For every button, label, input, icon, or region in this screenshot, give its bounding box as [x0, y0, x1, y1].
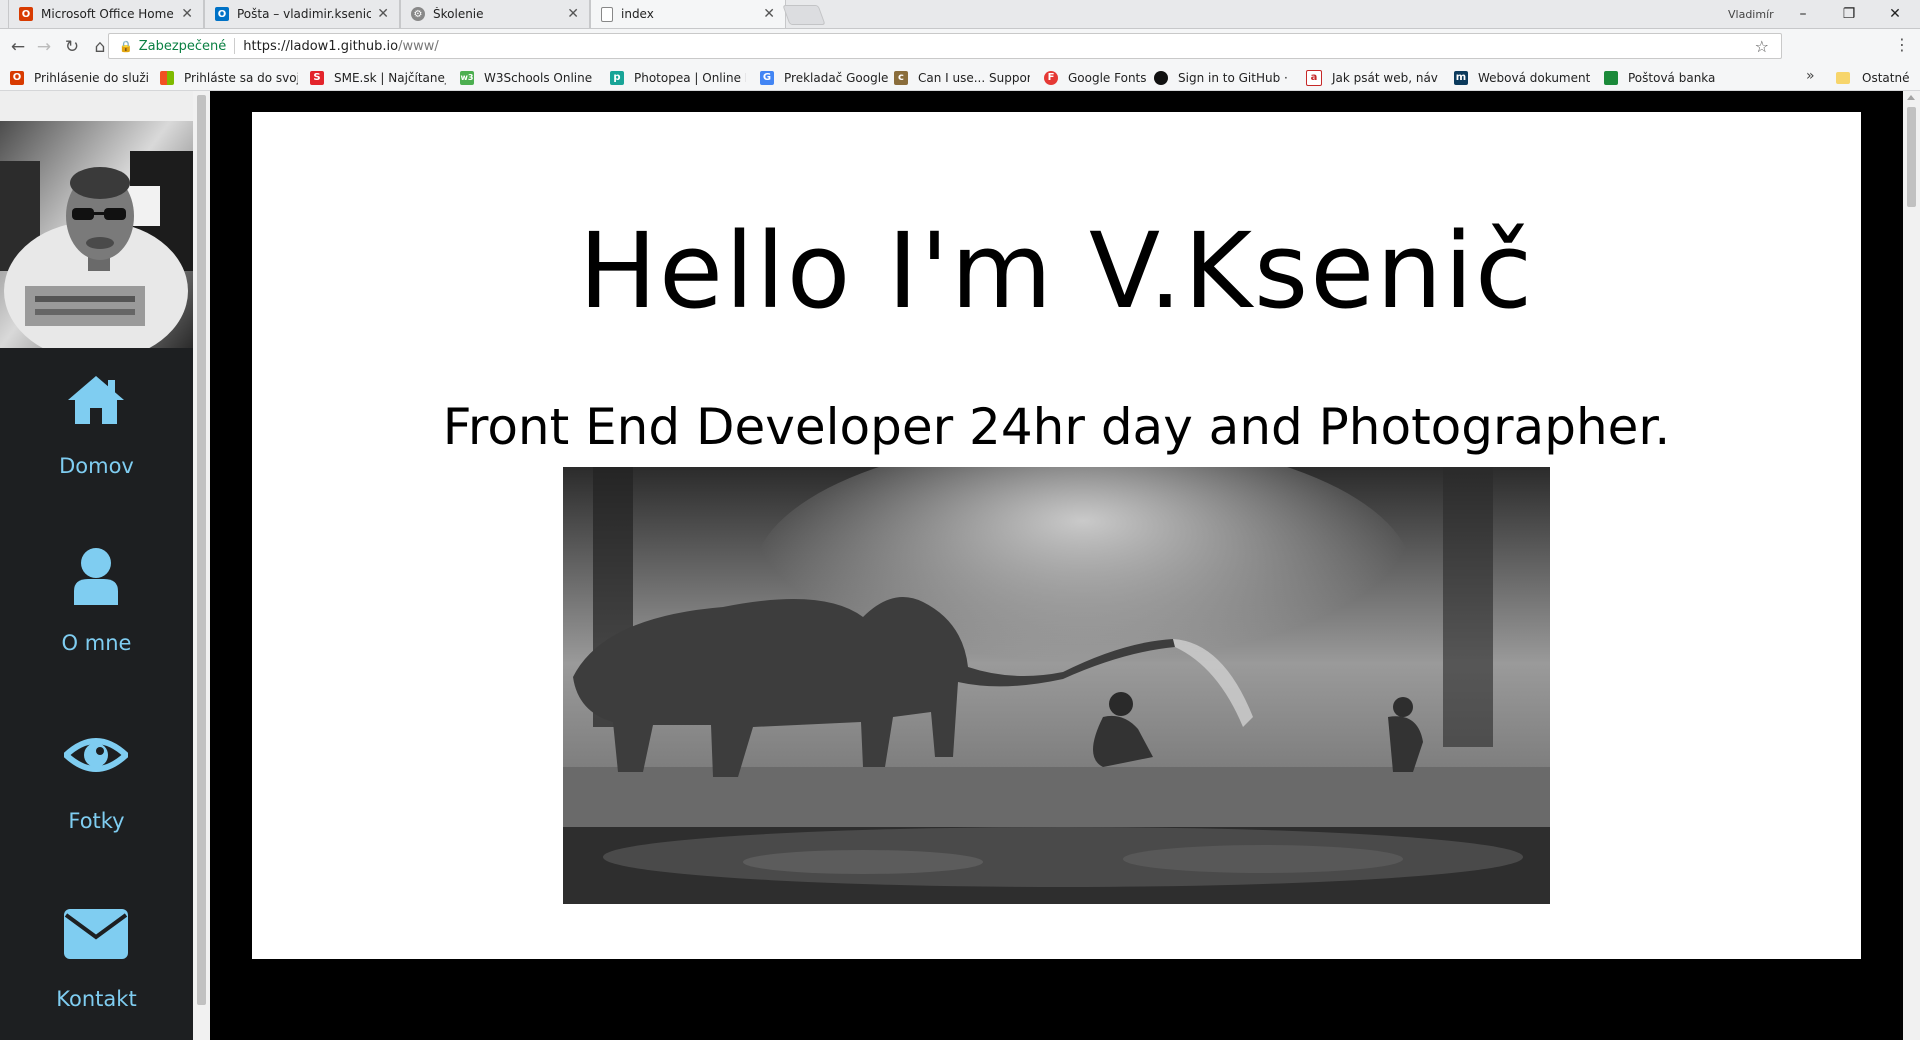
minimize-button[interactable]: – [1780, 0, 1826, 28]
home-icon [68, 376, 124, 424]
folder-label: Ostatné [1862, 70, 1910, 85]
eye-icon [64, 738, 128, 772]
github-icon [1154, 70, 1168, 85]
bookmark-item[interactable]: Poštová banka [1604, 69, 1740, 86]
sidebar-item-o-mne[interactable]: O mne [0, 525, 193, 675]
divider [234, 38, 236, 54]
bookmark-item[interactable]: c Can I use... Support [894, 69, 1030, 86]
user-icon [74, 548, 118, 605]
caniuse-icon: c [894, 70, 908, 85]
other-bookmarks-folder[interactable]: Ostatné [1836, 69, 1909, 86]
back-icon[interactable]: ← [6, 35, 30, 59]
tab-posta[interactable]: O Pošta – vladimir.ksenic@ ✕ [204, 0, 400, 28]
tab-skolenie[interactable]: ⚙ Školenie ✕ [400, 0, 590, 28]
bookmark-item[interactable]: F Google Fonts [1044, 69, 1164, 86]
sidebar-item-domov[interactable]: Domov [0, 348, 193, 498]
star-icon[interactable]: ☆ [1755, 37, 1769, 56]
sidebar-item-label: Fotky [68, 809, 125, 833]
bookmark-label: Sign in to GitHub · G [1178, 70, 1290, 85]
bookmark-item[interactable]: G Prekladač Google [760, 69, 896, 86]
sme-icon: S [310, 70, 324, 85]
google-fonts-icon: F [1044, 70, 1058, 85]
browser-tabstrip: O Microsoft Office Home ✕ O Pošta – vlad… [0, 0, 1920, 29]
scrollbar-thumb[interactable] [1907, 107, 1916, 207]
bookmark-item[interactable]: p Photopea | Online Pl [610, 69, 746, 86]
bookmark-item[interactable]: S SME.sk | Najčítanejš [310, 69, 446, 86]
envelope-icon [64, 909, 128, 959]
hero-image [563, 437, 1550, 904]
page-subtitle: Front End Developer 24hr day and Photogr… [442, 398, 1671, 456]
bookmark-label: SME.sk | Najčítanejš [334, 70, 446, 85]
close-window-button[interactable]: ✕ [1872, 0, 1918, 28]
gear-icon: ⚙ [411, 7, 425, 21]
profile-button[interactable]: Vladimír [1722, 5, 1780, 23]
bookmark-item[interactable]: a Jak psát web, návod [1306, 69, 1438, 86]
bookmark-label: Prihláste sa do svojh [184, 70, 298, 85]
bookmark-item[interactable]: Sign in to GitHub · G [1154, 69, 1290, 86]
tab-title: Pošta – vladimir.ksenic@ [237, 7, 372, 21]
browser-toolbar: ← → ↻ ⌂ 🔒 Zabezpečené https://ladow1.git… [0, 29, 1920, 65]
close-icon[interactable]: ✕ [377, 6, 389, 22]
tab-index[interactable]: index ✕ [590, 0, 786, 28]
bookmarks-overflow-button[interactable]: » [1806, 68, 1815, 84]
close-icon[interactable]: ✕ [181, 6, 193, 22]
w3schools-icon: w3 [460, 70, 474, 85]
translate-icon: G [760, 70, 774, 85]
office-icon: O [10, 70, 24, 85]
bookmark-label: W3Schools Online W [484, 70, 596, 85]
sidebar-item-label: Kontakt [56, 987, 137, 1011]
mdn-icon: m [1454, 70, 1468, 85]
bookmark-label: Webová dokumenta [1478, 70, 1590, 85]
tab-title: Školenie [433, 7, 484, 21]
url-path[interactable]: /www/ [398, 39, 439, 54]
close-icon[interactable]: ✕ [763, 6, 775, 22]
bookmark-label: Prihlásenie do služie [34, 70, 148, 85]
address-bar[interactable]: 🔒 Zabezpečené https://ladow1.github.io/w… [108, 33, 1782, 59]
outlook-icon: O [215, 7, 229, 21]
url-host[interactable]: https://ladow1.github.io [243, 39, 398, 54]
bookmarks-bar: O Prihlásenie do služie Prihláste sa do … [0, 65, 1920, 91]
tab-microsoft-office-home[interactable]: O Microsoft Office Home ✕ [8, 0, 204, 28]
bookmark-label: Poštová banka [1628, 70, 1716, 85]
sidebar-item-fotky[interactable]: Fotky [0, 703, 193, 853]
bookmark-label: Photopea | Online Pl [634, 70, 746, 85]
profile-photo [0, 91, 193, 348]
page-scrollbar[interactable] [1903, 91, 1920, 1040]
scroll-up-icon[interactable] [1907, 95, 1915, 100]
tab-title: Microsoft Office Home [41, 7, 174, 21]
sidebar-item-label: Domov [59, 454, 134, 478]
reload-icon[interactable]: ↻ [60, 35, 84, 59]
scrollbar-thumb[interactable] [197, 95, 206, 1005]
bookmark-item[interactable]: w3 W3Schools Online W [460, 69, 596, 86]
sidebar: Domov O mne Fotky Kontakt [0, 91, 193, 1040]
menu-icon[interactable]: ⋮ [1894, 35, 1910, 54]
bookmark-label: Jak psát web, návod [1332, 70, 1438, 85]
jakpsatweb-icon: a [1306, 69, 1322, 86]
windows-icon [160, 70, 174, 85]
office-icon: O [19, 7, 33, 21]
forward-icon[interactable]: → [32, 35, 56, 59]
restore-button[interactable]: ❐ [1826, 0, 1872, 28]
photopea-icon: p [610, 70, 624, 85]
main-content: Hello I'm V.Ksenič Front End Developer 2… [252, 112, 1861, 959]
bookmark-label: Prekladač Google [784, 70, 889, 85]
bookmark-item[interactable]: Prihláste sa do svojh [160, 69, 298, 86]
bookmark-item[interactable]: O Prihlásenie do služie [10, 69, 148, 86]
page-viewport: Domov O mne Fotky Kontakt Hello I'm V.Ks… [0, 91, 1920, 1040]
sidebar-item-label: O mne [61, 631, 132, 655]
bookmark-item[interactable]: m Webová dokumenta [1454, 69, 1590, 86]
sidebar-item-kontakt[interactable]: Kontakt [0, 881, 193, 1031]
page-icon [601, 6, 613, 22]
folder-icon [1836, 71, 1850, 84]
tab-title: index [621, 7, 654, 21]
new-tab-button[interactable] [782, 5, 826, 25]
close-icon[interactable]: ✕ [567, 6, 579, 22]
bookmark-label: Google Fonts [1068, 70, 1147, 85]
secure-label: Zabezpečené [138, 38, 227, 54]
page-title: Hello I'm V.Ksenič [578, 210, 1535, 332]
bank-icon [1604, 70, 1618, 85]
bookmark-label: Can I use... Support [918, 70, 1030, 85]
sidebar-scrollbar[interactable] [193, 91, 210, 1040]
lock-icon: 🔒 [119, 39, 133, 53]
